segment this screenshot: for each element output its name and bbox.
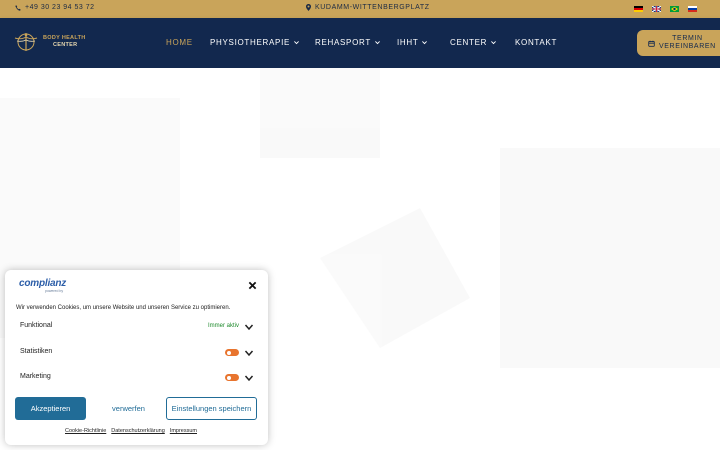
main-menu: HOME PHYSIOTHERAPIE REHASPORT IHHT CENTE… [166, 38, 557, 47]
location-text: KUDAMM-WITTENBERGPLATZ [315, 4, 430, 11]
menu-item-home[interactable]: HOME [166, 38, 210, 47]
location-link[interactable]: KUDAMM-WITTENBERGPLATZ [306, 4, 430, 11]
menu-item-physiotherapie[interactable]: PHYSIOTHERAPIE [210, 38, 315, 47]
flag-br-icon[interactable] [670, 6, 679, 12]
menu-label: PHYSIOTHERAPIE [210, 38, 291, 47]
cookie-consent-dialog: complianz powered by Wir verwenden Cooki… [5, 270, 268, 445]
menu-label: IHHT [397, 38, 419, 47]
statistics-toggle[interactable] [225, 349, 239, 356]
logo-text: BODY HEALTH CENTER [43, 35, 86, 49]
privacy-policy-link[interactable]: Datenschutzerklärung [111, 428, 165, 434]
menu-item-rehasport[interactable]: REHASPORT [315, 38, 397, 47]
chevron-down-icon[interactable] [244, 322, 254, 332]
menu-label: HOME [166, 38, 193, 47]
menu-label: CENTER [450, 38, 488, 47]
calendar-icon [648, 40, 655, 47]
close-icon[interactable] [248, 281, 257, 290]
site-logo[interactable]: BODY HEALTH CENTER [13, 30, 86, 54]
logo-line1: BODY HEALTH [43, 34, 86, 41]
language-switcher [634, 6, 697, 12]
cookie-policy-link[interactable]: Cookie-Richtlinie [65, 428, 106, 434]
marketing-toggle[interactable] [225, 374, 239, 381]
flag-uk-icon[interactable] [652, 6, 661, 12]
consent-category-marketing[interactable]: Marketing [20, 372, 260, 384]
cta-line2: VEREINBAREN [659, 43, 716, 50]
category-label: Statistiken [20, 348, 53, 355]
menu-item-ihht[interactable]: IHHT [397, 38, 450, 47]
complianz-logo[interactable]: complianz powered by [19, 278, 67, 294]
save-settings-button[interactable]: Einstellungen speichern [166, 397, 257, 420]
deny-button[interactable]: verwerfen [93, 397, 164, 420]
menu-item-kontakt[interactable]: KONTAKT [515, 38, 557, 47]
consent-category-statistiken[interactable]: Statistiken [20, 347, 260, 359]
top-bar: +49 30 23 94 53 72 KUDAMM-WITTENBERGPLAT… [0, 0, 720, 18]
main-header: BODY HEALTH CENTER HOME PHYSIOTHERAPIE R… [0, 18, 720, 68]
phone-number: +49 30 23 94 53 72 [25, 4, 95, 11]
chevron-down-icon[interactable] [244, 373, 254, 383]
menu-label: KONTAKT [515, 38, 558, 47]
consent-links: Cookie-Richtlinie Datenschutzerklärung I… [65, 428, 197, 434]
brand-name: complianz [19, 278, 67, 289]
logo-line2: CENTER [53, 42, 78, 48]
consent-category-funktional[interactable]: Funktional Immer aktiv [20, 321, 260, 333]
cta-line1: TERMIN [672, 35, 703, 43]
chevron-down-icon [294, 41, 299, 45]
book-appointment-button[interactable]: TERMIN VEREINBAREN [637, 30, 720, 56]
phone-icon [15, 4, 21, 11]
flag-ru-icon[interactable] [688, 6, 697, 12]
menu-label: REHASPORT [315, 38, 371, 47]
accept-button[interactable]: Akzeptieren [15, 397, 86, 420]
chevron-down-icon [422, 41, 428, 45]
phone-link[interactable]: +49 30 23 94 53 72 [15, 4, 95, 11]
category-label: Funktional [20, 322, 53, 329]
menu-item-center[interactable]: CENTER [450, 38, 515, 47]
category-label: Marketing [20, 373, 51, 380]
consent-message: Wir verwenden Cookies, um unsere Website… [16, 305, 231, 311]
always-active-status: Immer aktiv [208, 323, 240, 329]
flag-de-icon[interactable] [634, 6, 643, 12]
imprint-link[interactable]: Impressum [170, 428, 197, 434]
chevron-down-icon[interactable] [244, 348, 254, 358]
map-pin-icon [306, 4, 311, 11]
brand-sub: powered by [45, 289, 64, 293]
chevron-down-icon [491, 41, 497, 45]
logo-emblem-icon [14, 33, 38, 51]
cta-text: TERMIN VEREINBAREN [659, 35, 716, 50]
chevron-down-icon [375, 41, 380, 45]
